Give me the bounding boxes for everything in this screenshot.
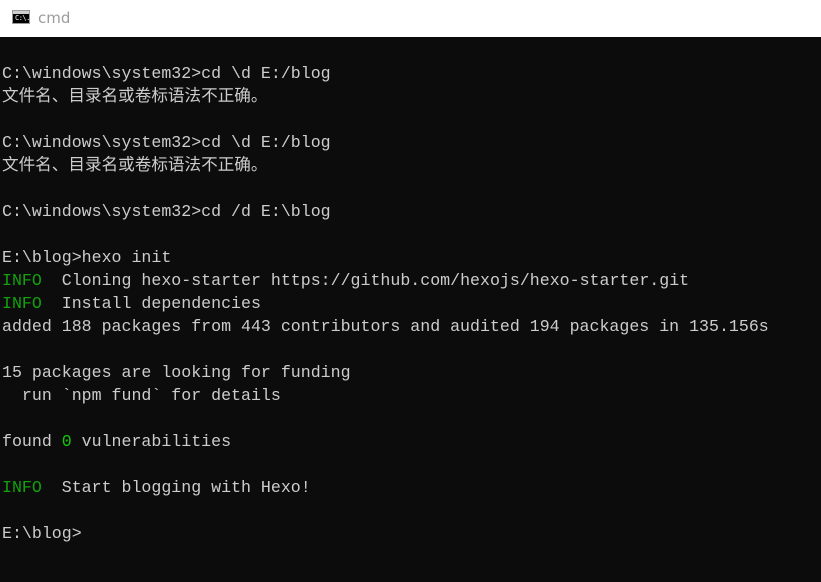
console-line: C:\windows\system32>cd \d E:/blog — [2, 131, 769, 154]
console-line-text: run `npm fund` for details — [2, 386, 281, 405]
cmd-window: C:\. cmd C:\windows\system32>cd \d E:/bl… — [0, 0, 821, 582]
window-title: cmd — [38, 9, 71, 27]
title-bar[interactable]: C:\. cmd — [0, 0, 821, 37]
console-output-area[interactable]: C:\windows\system32>cd \d E:/blog 文件名、目录名… — [0, 37, 821, 582]
console-line-text: C:\windows\system32>cd \d E:/blog — [2, 133, 331, 152]
vulnerability-count: 0 — [61, 432, 72, 451]
console-line: found 0 vulnerabilities — [2, 430, 769, 453]
console-line: 文件名、目录名或卷标语法不正确。 — [2, 85, 769, 108]
console-line-text: 文件名、目录名或卷标语法不正确。 — [2, 87, 268, 106]
console-line: added 188 packages from 443 contributors… — [2, 315, 769, 338]
console-line-text: E:\blog>hexo init — [2, 248, 172, 267]
console-line: run `npm fund` for details — [2, 384, 769, 407]
console-line-text: Cloning hexo-starter https://github.com/… — [41, 271, 690, 290]
cmd-icon-glyph: C:\. — [15, 14, 30, 22]
console-line: E:\blog> — [2, 522, 769, 545]
console-line: C:\windows\system32>cd \d E:/blog — [2, 62, 769, 85]
console-line: 15 packages are looking for funding — [2, 361, 769, 384]
console-line-text: Install dependencies — [41, 294, 261, 313]
info-tag: INFO — [2, 294, 42, 313]
console-line-text: Start blogging with Hexo! — [41, 478, 311, 497]
console-line-text: C:\windows\system32>cd \d E:/blog — [2, 64, 331, 83]
console-line: E:\blog>hexo init — [2, 246, 769, 269]
cmd-console-icon: C:\. — [12, 10, 30, 24]
console-line-text: E:\blog> — [2, 524, 82, 543]
console-line: INFO Start blogging with Hexo! — [2, 476, 769, 499]
console-line-text: 15 packages are looking for funding — [2, 363, 351, 382]
console-line-text: added 188 packages from 443 contributors… — [2, 317, 769, 336]
console-line-text: vulnerabilities — [71, 432, 232, 451]
console-line-text: found — [2, 432, 62, 451]
console-line: C:\windows\system32>cd /d E:\blog — [2, 200, 769, 223]
console-line: INFO Cloning hexo-starter https://github… — [2, 269, 769, 292]
info-tag: INFO — [2, 271, 42, 290]
console-lines: C:\windows\system32>cd \d E:/blog 文件名、目录名… — [2, 62, 769, 545]
console-line-text: 文件名、目录名或卷标语法不正确。 — [2, 156, 268, 175]
console-line-text: C:\windows\system32>cd /d E:\blog — [2, 202, 331, 221]
info-tag: INFO — [2, 478, 42, 497]
console-line: 文件名、目录名或卷标语法不正确。 — [2, 154, 769, 177]
console-line: INFO Install dependencies — [2, 292, 769, 315]
